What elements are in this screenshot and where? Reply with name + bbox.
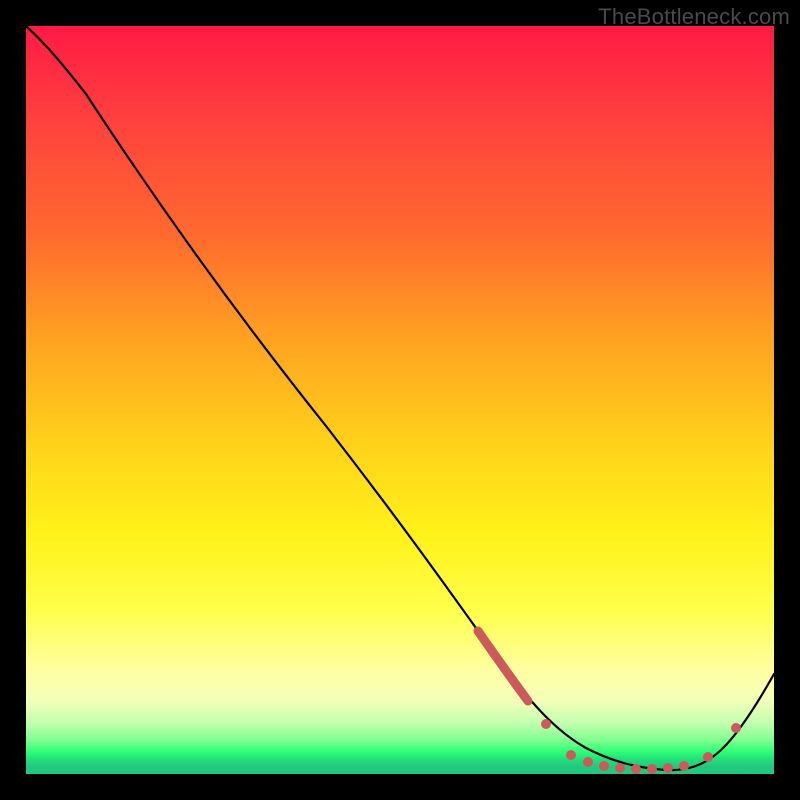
plot-area — [26, 26, 774, 774]
marker-dot-flat-1 — [566, 750, 576, 760]
marker-dot-flat-6 — [647, 764, 657, 774]
marker-dot-flat-7 — [663, 763, 673, 773]
marker-dot-flat-8 — [679, 761, 689, 771]
watermark-text: TheBottleneck.com — [598, 4, 790, 30]
bottleneck-curve-line — [26, 26, 774, 770]
marker-dot-flat-5 — [631, 764, 641, 774]
marker-dot-up-1 — [703, 752, 713, 762]
marker-dot-pre-flat — [541, 719, 551, 729]
highlight-descent-segment — [478, 631, 528, 701]
marker-dot-flat-4 — [615, 763, 625, 773]
marker-dot-up-2 — [731, 723, 741, 733]
marker-dot-flat-2 — [583, 757, 593, 767]
chart-frame: TheBottleneck.com — [0, 0, 800, 800]
curve-svg — [26, 26, 774, 774]
marker-dot-flat-3 — [599, 761, 609, 771]
